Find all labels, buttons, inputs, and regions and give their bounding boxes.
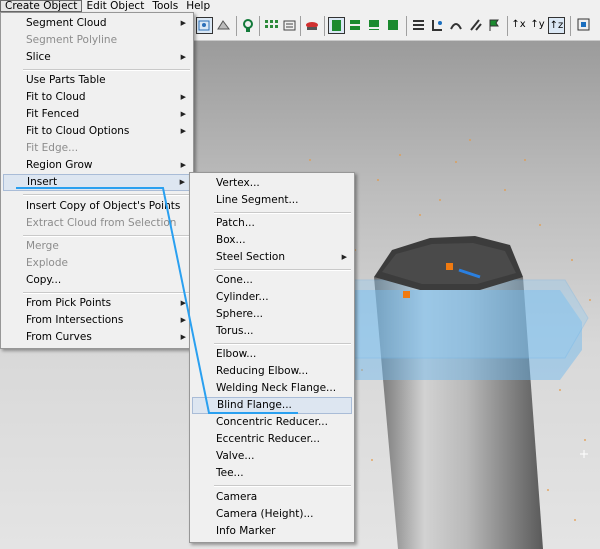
line-icon[interactable] [347, 17, 364, 34]
submenu-arrow-icon: ▶ [179, 178, 185, 186]
menu-item-from-pick-points[interactable]: From Pick Points ▶ [3, 295, 191, 312]
align-icon[interactable] [429, 17, 446, 34]
orange-marker-2 [403, 291, 410, 298]
view-icon[interactable] [215, 17, 232, 34]
flag-icon[interactable] [486, 17, 503, 34]
menu-edit-object[interactable]: Edit Object [82, 0, 148, 12]
menu-item-torus[interactable]: Torus... [192, 323, 352, 340]
menu-item-valve[interactable]: Valve... [192, 448, 352, 465]
menu-item-segment-polyline[interactable]: Segment Polyline [3, 32, 191, 49]
menu-item-fit-edge[interactable]: Fit Edge... [3, 140, 191, 157]
menu-item-explode[interactable]: Explode [3, 255, 191, 272]
menu-bar: Create Object Edit Object Tools Help [0, 0, 600, 12]
submenu-arrow-icon: ▶ [180, 127, 186, 135]
select-mode-icon[interactable] [196, 17, 213, 34]
menu-help[interactable]: Help [182, 0, 214, 12]
submenu-arrow-icon: ▶ [341, 253, 347, 261]
layers-icon[interactable] [366, 17, 383, 34]
submenu-arrow-icon: ▶ [180, 19, 186, 27]
menu-item-vertex[interactable]: Vertex... [192, 175, 352, 192]
menu-item-slice[interactable]: Slice ▶ [3, 49, 191, 66]
menu-item-blind-flange[interactable]: Blind Flange... [192, 397, 352, 414]
snap-icon[interactable] [448, 17, 465, 34]
axis-z-icon[interactable]: ↑z [548, 17, 565, 34]
submenu-arrow-icon: ▶ [180, 53, 186, 61]
submenu-arrow-icon: ▶ [180, 93, 186, 101]
menu-item-copy[interactable]: Copy... [3, 272, 191, 289]
menu-item-fit-to-cloud[interactable]: Fit to Cloud ▶ [3, 89, 191, 106]
menu-item-segment-cloud[interactable]: Segment Cloud ▶ [3, 15, 191, 32]
menu-item-sphere[interactable]: Sphere... [192, 306, 352, 323]
menu-item-merge[interactable]: Merge [3, 238, 191, 255]
cut-icon[interactable] [410, 17, 427, 34]
menu-item-from-curves[interactable]: From Curves ▶ [3, 329, 191, 346]
menu-item-fit-to-cloud-options[interactable]: Fit to Cloud Options ▶ [3, 123, 191, 140]
menu-item-cylinder[interactable]: Cylinder... [192, 289, 352, 306]
view-options-icon[interactable] [467, 17, 484, 34]
menu-item-region-grow[interactable]: Region Grow ▶ [3, 157, 191, 174]
menu-item-info-marker[interactable]: Info Marker [192, 523, 352, 540]
settings-icon[interactable] [576, 17, 593, 34]
menu-item-camera-height[interactable]: Camera (Height)... [192, 506, 352, 523]
menu-item-use-parts-table[interactable]: Use Parts Table [3, 72, 191, 89]
menu-item-insert[interactable]: Insert ▶ [3, 174, 191, 191]
menu-item-tee[interactable]: Tee... [192, 465, 352, 482]
menu-item-reducing-elbow[interactable]: Reducing Elbow... [192, 363, 352, 380]
layer-icon[interactable] [281, 17, 298, 34]
menu-item-elbow[interactable]: Elbow... [192, 346, 352, 363]
menu-item-fit-fenced[interactable]: Fit Fenced ▶ [3, 106, 191, 123]
menu-item-steel-section[interactable]: Steel Section ▶ [192, 249, 352, 266]
menu-item-camera[interactable]: Camera [192, 489, 352, 506]
menu-item-concentric-reducer[interactable]: Concentric Reducer... [192, 414, 352, 431]
submenu-arrow-icon: ▶ [180, 316, 186, 324]
submenu-arrow-icon: ▶ [180, 110, 186, 118]
flange-disk-upper [323, 279, 589, 359]
menu-item-cone[interactable]: Cone... [192, 272, 352, 289]
render-icon[interactable] [304, 17, 321, 34]
menu-tools[interactable]: Tools [148, 0, 182, 12]
axis-y-icon[interactable]: ↑y [529, 17, 546, 34]
menu-item-box[interactable]: Box... [192, 232, 352, 249]
menu-item-insert-copy-points[interactable]: Insert Copy of Object's Points [3, 198, 191, 215]
submenu-arrow-icon: ▶ [180, 333, 186, 341]
menu-item-extract-cloud[interactable]: Extract Cloud from Selection [3, 215, 191, 232]
axis-x-icon[interactable]: ↑x [510, 17, 527, 34]
menu-create-object[interactable]: Create Object [0, 0, 83, 12]
menu-item-patch[interactable]: Patch... [192, 215, 352, 232]
fit-icon[interactable] [328, 17, 345, 34]
create-object-menu: Segment Cloud ▶ Segment Polyline Slice ▶ U… [0, 12, 194, 349]
submenu-arrow-icon: ▶ [180, 161, 186, 169]
menu-item-welding-neck-flange[interactable]: Welding Neck Flange... [192, 380, 352, 397]
measure-icon[interactable] [385, 17, 402, 34]
menu-item-line-segment[interactable]: Line Segment... [192, 192, 352, 209]
grid-icon[interactable] [263, 17, 280, 34]
menu-item-eccentric-reducer[interactable]: Eccentric Reducer... [192, 431, 352, 448]
orange-marker-1 [446, 263, 453, 270]
toolbar: ↑x ↑y ↑z [193, 12, 600, 41]
zoom-icon[interactable] [240, 17, 257, 34]
menu-item-from-intersections[interactable]: From Intersections ▶ [3, 312, 191, 329]
submenu-arrow-icon: ▶ [180, 299, 186, 307]
insert-submenu: Vertex... Line Segment... Patch... Box..… [189, 172, 355, 543]
